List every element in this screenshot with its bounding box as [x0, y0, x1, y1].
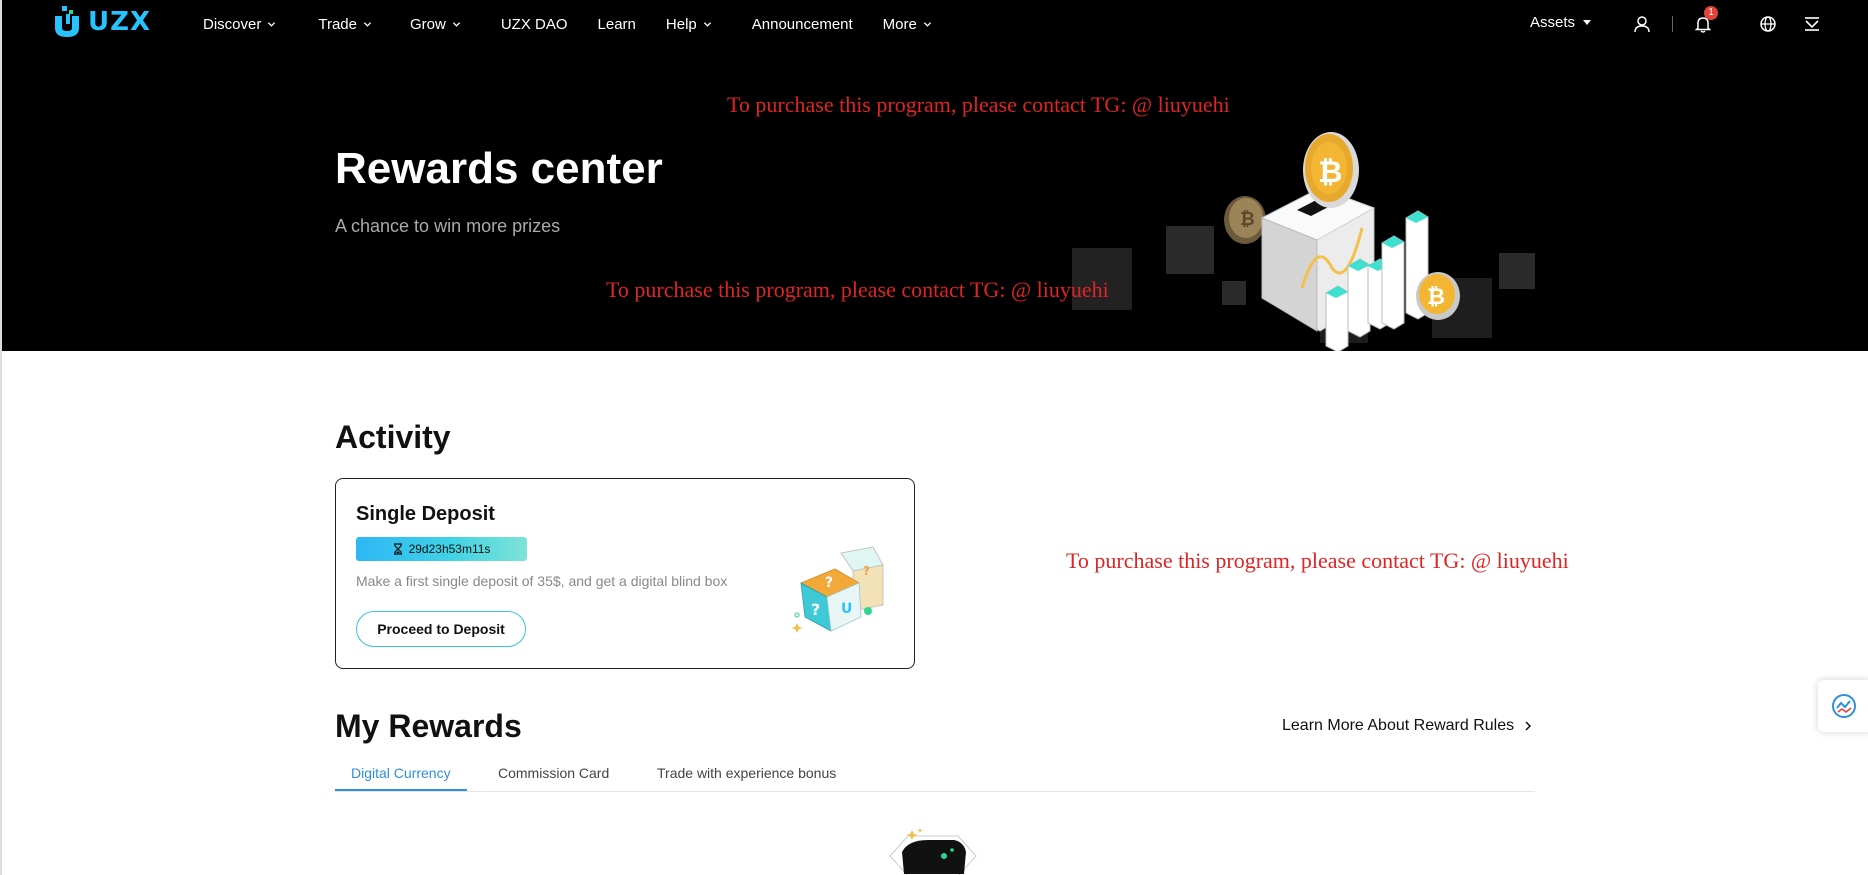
nav-item-grow[interactable]: Grow: [410, 16, 461, 33]
rewards-center-page: UZX Discover Trade Grow UZX DAO Learn He…: [0, 0, 1868, 875]
download-icon[interactable]: [1800, 12, 1824, 36]
chevron-down-icon: [703, 21, 711, 27]
hourglass-icon: [393, 543, 402, 555]
user-icon[interactable]: [1630, 12, 1654, 36]
nav-label: Announcement: [751, 15, 853, 33]
nav-item-help[interactable]: Help: [666, 16, 712, 33]
learn-more-label: Learn More About Reward Rules: [1282, 717, 1515, 734]
svg-text:?: ?: [825, 575, 833, 591]
hero-subtitle: A chance to win more prizes: [335, 216, 561, 236]
proceed-to-deposit-button[interactable]: Proceed to Deposit: [356, 611, 526, 647]
nav-label: Help: [665, 15, 697, 33]
chevron-down-icon: [363, 21, 372, 27]
blind-box-icon: ? ? ? U: [791, 546, 884, 633]
hero-title: Rewards center: [335, 144, 663, 193]
window-edge: [0, 0, 2, 875]
tab-trade-with-experience-bonus[interactable]: Trade with experience bonus: [657, 765, 836, 781]
svg-text:?: ?: [811, 600, 820, 619]
active-tab-indicator: [335, 789, 467, 791]
svg-text:₿: ₿: [1427, 285, 1445, 310]
chevron-down-icon: [268, 21, 276, 27]
user-icon-glyph: [1634, 16, 1650, 33]
timer-value: 29d23h53m11s: [408, 542, 491, 556]
nav-label: Discover: [203, 15, 262, 33]
svg-text:U: U: [841, 601, 852, 617]
empty-state-box-icon: [889, 828, 977, 875]
nav-item-more[interactable]: More: [883, 16, 932, 33]
caret-down-icon: [1583, 20, 1592, 25]
nav-label: UZX DAO: [500, 15, 568, 33]
my-rewards-section-title: My Rewards: [335, 708, 522, 744]
nav-item-uzx-dao[interactable]: UZX DAO: [501, 16, 568, 33]
nav-divider: [1672, 16, 1673, 32]
uzx-logo[interactable]: UZX: [52, 2, 151, 42]
watermark-text: To purchase this program, please contact…: [727, 92, 1230, 117]
logo-text: UZX: [88, 7, 152, 37]
activity-section-title: Activity: [335, 419, 451, 455]
tab-commission-card[interactable]: Commission Card: [498, 765, 609, 781]
nav-item-learn[interactable]: Learn: [598, 16, 636, 33]
watermark-text: To purchase this program, please contact…: [606, 277, 1109, 302]
watermark-text: To purchase this program, please contact…: [1066, 548, 1569, 573]
chevron-down-icon: [452, 21, 460, 27]
learn-more-reward-rules-link[interactable]: Learn More About Reward Rules: [1282, 717, 1532, 735]
chevron-down-icon: [923, 21, 931, 27]
download-icon-glyph: [1805, 17, 1819, 31]
top-nav-bar: UZX Discover Trade Grow UZX DAO Learn He…: [0, 0, 1868, 50]
nav-label: Grow: [410, 15, 446, 33]
svg-text:₿: ₿: [1318, 155, 1342, 190]
support-chat-button[interactable]: [1818, 680, 1868, 732]
countdown-timer: 29d23h53m11s: [356, 537, 527, 561]
svg-text:₿: ₿: [1240, 209, 1255, 230]
nav-item-discover[interactable]: Discover: [203, 16, 276, 33]
tab-digital-currency[interactable]: Digital Currency: [351, 765, 451, 781]
hero-illustration: ₿ ₿ ₿: [1072, 132, 1535, 351]
rewards-tabs: Digital Currency Commission Card Trade w…: [335, 757, 1535, 792]
card-title: Single Deposit: [356, 503, 495, 525]
chat-icon: [1832, 694, 1856, 718]
uzx-logo-icon: [55, 6, 79, 37]
single-deposit-card: Single Deposit 29d23h53m11s Make a first…: [335, 478, 915, 669]
notification-badge: 1: [1704, 6, 1718, 20]
svg-text:?: ?: [863, 564, 870, 578]
nav-label: Learn: [597, 15, 636, 33]
nav-item-trade[interactable]: Trade: [318, 16, 372, 33]
main-nav: Discover Trade Grow UZX DAO Learn Help A…: [203, 0, 932, 48]
globe-icon-glyph: [1760, 16, 1776, 32]
assets-menu[interactable]: Assets: [1530, 14, 1592, 31]
nav-item-announcement[interactable]: Announcement: [752, 16, 853, 33]
assets-label: Assets: [1530, 14, 1576, 31]
chevron-right-icon: [1525, 721, 1532, 731]
nav-label: More: [882, 15, 917, 33]
globe-icon[interactable]: [1756, 12, 1780, 36]
card-description: Make a first single deposit of 35$, and …: [356, 573, 728, 589]
nav-label: Trade: [318, 15, 357, 33]
